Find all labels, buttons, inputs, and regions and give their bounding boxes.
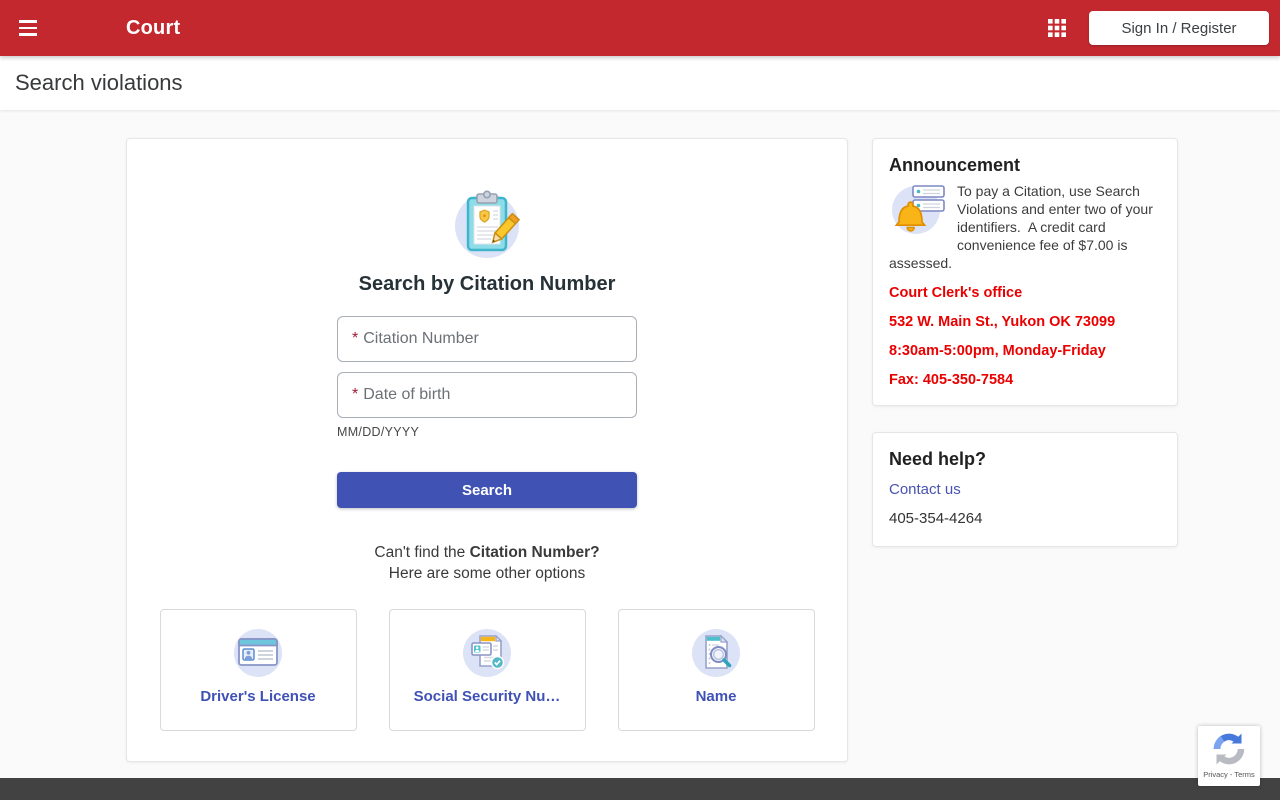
sign-in-register-button[interactable]: Sign In / Register — [1089, 11, 1269, 45]
app-header: Court Sign In / Register — [0, 0, 1280, 56]
announcement-card: Announcement To pay a Citation, use Sear… — [872, 138, 1178, 406]
office-address: 532 W. Main St., Yukon OK 73099 — [889, 314, 1116, 330]
required-asterisk: * — [352, 386, 359, 403]
page-title-bar: Search violations — [0, 56, 1280, 110]
citation-number-input[interactable]: * Citation Number — [337, 316, 637, 362]
option-card-name[interactable]: Name — [617, 609, 815, 731]
need-help-heading: Need help? — [889, 449, 987, 469]
search-button[interactable]: Search — [337, 472, 637, 508]
page-title: Search violations — [15, 70, 183, 95]
announcement-bell-icon — [892, 185, 945, 234]
search-options-row: Driver's License Social Security Nu… Nam… — [159, 609, 815, 731]
announcement-heading: Announcement — [889, 155, 1021, 175]
alternative-options-prompt: Can't find the Citation Number? Here are… — [374, 544, 600, 582]
option-card-drivers-license[interactable]: Driver's License — [159, 609, 357, 731]
app-title: Court — [126, 16, 181, 39]
citation-number-placeholder: Citation Number — [363, 330, 479, 347]
name-search-icon — [692, 629, 740, 677]
menu-icon[interactable] — [16, 16, 40, 40]
help-phone-number: 405-354-4264 — [889, 510, 983, 527]
citation-search-card: Search by Citation Number * Citation Num… — [126, 138, 848, 762]
apps-grid-icon[interactable] — [1047, 18, 1067, 38]
office-fax: Fax: 405-350-7584 — [889, 372, 1014, 388]
date-of-birth-placeholder: Date of birth — [363, 386, 451, 403]
option-label-drivers-license: Driver's License — [200, 688, 316, 705]
court-clerk-office-info: Court Clerk's office 532 W. Main St., Yu… — [889, 285, 1161, 388]
recaptcha-badge[interactable]: Privacy - Terms — [1198, 726, 1260, 786]
date-of-birth-input[interactable]: * Date of birth — [337, 372, 637, 418]
social-security-number-icon — [463, 629, 511, 677]
search-card-heading: Search by Citation Number — [358, 273, 616, 295]
recaptcha-privacy-terms[interactable]: Privacy - Terms — [1203, 770, 1255, 779]
recaptcha-logo-icon — [1213, 733, 1245, 765]
office-title: Court Clerk's office — [889, 285, 1023, 301]
office-hours: 8:30am-5:00pm, Monday-Friday — [889, 343, 1106, 359]
clipboard-citation-icon — [455, 190, 521, 258]
required-asterisk: * — [352, 330, 359, 347]
option-label-social-security-number: Social Security Nu… — [413, 688, 561, 705]
contact-us-link[interactable]: Contact us — [889, 481, 961, 498]
option-card-social-security-number[interactable]: Social Security Nu… — [388, 609, 586, 731]
page-footer — [0, 778, 1280, 800]
date-format-hint: MM/DD/YYYY — [337, 425, 420, 439]
option-label-name: Name — [695, 688, 737, 705]
drivers-license-icon — [234, 629, 282, 677]
need-help-card: Need help? Contact us 405-354-4264 — [872, 432, 1178, 547]
